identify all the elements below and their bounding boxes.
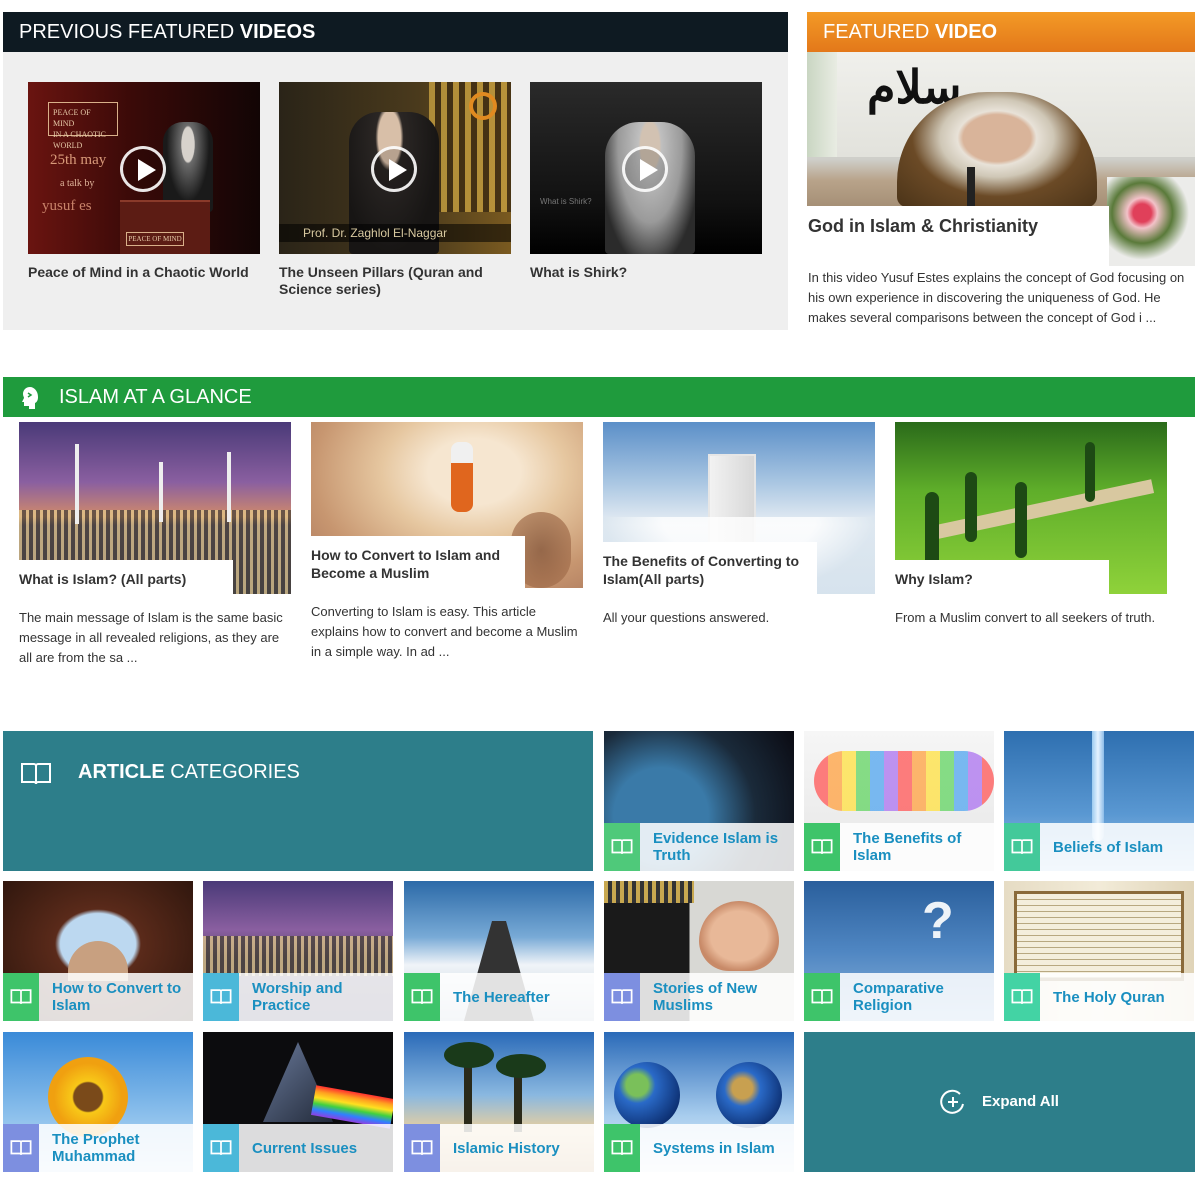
tile-label[interactable]: The Benefits of Islam	[853, 823, 993, 871]
expand-plus-icon[interactable]	[940, 1089, 966, 1115]
glance-card[interactable]: The Benefits of Converting to Islam(All …	[603, 422, 875, 628]
glance-card[interactable]: What is Islam? (All parts) The main mess…	[19, 422, 291, 668]
category-tile-the-prophet-muhammad[interactable]: The Prophet Muhammad	[3, 1032, 193, 1172]
glance-description: All your questions answered.	[603, 610, 770, 625]
glance-title[interactable]: What is Islam? (All parts)	[19, 570, 233, 588]
featured-video-description: In this video Yusuf Estes explains the c…	[808, 270, 1185, 325]
expand-all-button[interactable]: Expand All	[982, 1093, 1059, 1110]
tile-label[interactable]: Systems in Islam	[653, 1124, 793, 1172]
glance-title-box: Why Islam?	[895, 560, 1109, 594]
category-tile-islamic-history[interactable]: Islamic History	[404, 1032, 594, 1172]
glance-title[interactable]: How to Convert to Islam and Become a Mus…	[311, 546, 525, 582]
tile-label[interactable]: The Prophet Muhammad	[52, 1124, 192, 1172]
glance-title[interactable]: The Benefits of Converting to Islam(All …	[603, 552, 817, 588]
featured-video-title[interactable]: God in Islam & Christianity	[808, 216, 1108, 237]
video-title[interactable]: The Unseen Pillars (Quran and Science se…	[279, 264, 511, 298]
tile-label[interactable]: Evidence Islam is Truth	[653, 823, 793, 871]
category-tile-comparative-religion[interactable]: ? Comparative Religion	[804, 881, 994, 1021]
glance-title-box: The Benefits of Converting to Islam(All …	[603, 542, 817, 594]
tile-label[interactable]: The Holy Quran	[1053, 973, 1193, 1021]
book-icon	[604, 973, 640, 1021]
video-card[interactable]: PEACE OF MIND IN A CHAOTIC WORLD 25th may…	[28, 82, 260, 281]
glance-image[interactable]: Why Islam?	[895, 422, 1167, 594]
book-icon	[3, 1124, 39, 1172]
glance-description: From a Muslim convert to all seekers of …	[895, 610, 1156, 625]
article-categories-heading: ARTICLE CATEGORIES	[78, 761, 300, 783]
category-tile-beliefs-of-islam[interactable]: Beliefs of Islam	[1004, 731, 1194, 871]
glance-image[interactable]: How to Convert to Islam and Become a Mus…	[311, 422, 583, 588]
profile-head-icon	[22, 387, 38, 409]
book-icon	[604, 823, 640, 871]
video-card[interactable]: Prof. Dr. Zaghlol El-Naggar The Unseen P…	[279, 82, 511, 298]
islam-at-a-glance-heading: ISLAM AT A GLANCE	[3, 377, 1195, 417]
category-tile-systems-in-islam[interactable]: Systems in Islam	[604, 1032, 794, 1172]
article-categories-panel	[3, 731, 593, 871]
tile-label[interactable]: Comparative Religion	[853, 973, 993, 1021]
glance-image[interactable]: What is Islam? (All parts)	[19, 422, 291, 594]
glance-title-box: What is Islam? (All parts)	[19, 560, 233, 594]
play-icon[interactable]	[120, 146, 166, 192]
book-icon	[203, 973, 239, 1021]
video-title[interactable]: Peace of Mind in a Chaotic World	[28, 264, 260, 281]
featured-video-heading: FEATURED VIDEO	[807, 12, 1195, 52]
category-tile-the-hereafter[interactable]: The Hereafter	[404, 881, 594, 1021]
book-icon	[604, 1124, 640, 1172]
book-icon	[1004, 823, 1040, 871]
previous-videos-panel: PREVIOUS FEATURED VIDEOS PEACE OF MIND IN…	[3, 12, 788, 330]
tile-label[interactable]: How to Convert to Islam	[52, 973, 192, 1021]
category-tile-worship-and-practice[interactable]: Worship and Practice	[203, 881, 393, 1021]
book-icon	[1004, 973, 1040, 1021]
video-thumbnail[interactable]: PEACE OF MIND IN A CHAOTIC WORLD 25th may…	[28, 82, 260, 254]
book-icon	[404, 973, 440, 1021]
glance-image[interactable]: The Benefits of Converting to Islam(All …	[603, 422, 875, 594]
book-icon	[203, 1124, 239, 1172]
play-icon[interactable]	[622, 146, 668, 192]
tile-label[interactable]: Stories of New Muslims	[653, 973, 793, 1021]
tile-label[interactable]: The Hereafter	[453, 973, 593, 1021]
category-tile-how-to-convert[interactable]: How to Convert to Islam	[3, 881, 193, 1021]
tile-label[interactable]: Current Issues	[252, 1124, 392, 1172]
video-thumbnail[interactable]: Prof. Dr. Zaghlol El-Naggar	[279, 82, 511, 254]
glance-description: Converting to Islam is easy. This articl…	[311, 604, 578, 659]
book-icon	[3, 973, 39, 1021]
glance-title-box: How to Convert to Islam and Become a Mus…	[311, 536, 525, 588]
tile-label[interactable]: Beliefs of Islam	[1053, 823, 1193, 871]
category-tile-stories-of-new-muslims[interactable]: Stories of New Muslims	[604, 881, 794, 1021]
book-icon	[804, 973, 840, 1021]
video-thumbnail[interactable]: What is Shirk?	[530, 82, 762, 254]
video-card[interactable]: What is Shirk? What is Shirk?	[530, 82, 762, 281]
category-tile-current-issues[interactable]: Current Issues	[203, 1032, 393, 1172]
tile-label[interactable]: Islamic History	[453, 1124, 593, 1172]
previous-videos-heading: PREVIOUS FEATURED VIDEOS	[3, 12, 788, 52]
category-tile-benefits-of-islam[interactable]: The Benefits of Islam	[804, 731, 994, 871]
glance-card[interactable]: Why Islam? From a Muslim convert to all …	[895, 422, 1167, 628]
play-icon[interactable]	[371, 146, 417, 192]
book-icon	[804, 823, 840, 871]
video-title[interactable]: What is Shirk?	[530, 264, 762, 281]
glance-card[interactable]: How to Convert to Islam and Become a Mus…	[311, 422, 583, 662]
category-tile-the-holy-quran[interactable]: The Holy Quran	[1004, 881, 1194, 1021]
open-book-icon	[21, 763, 51, 785]
glance-title[interactable]: Why Islam?	[895, 570, 1109, 588]
category-tile-evidence-islam-is-truth[interactable]: Evidence Islam is Truth	[604, 731, 794, 871]
book-icon	[404, 1124, 440, 1172]
tile-label[interactable]: Worship and Practice	[252, 973, 392, 1021]
glance-description: The main message of Islam is the same ba…	[19, 610, 283, 665]
